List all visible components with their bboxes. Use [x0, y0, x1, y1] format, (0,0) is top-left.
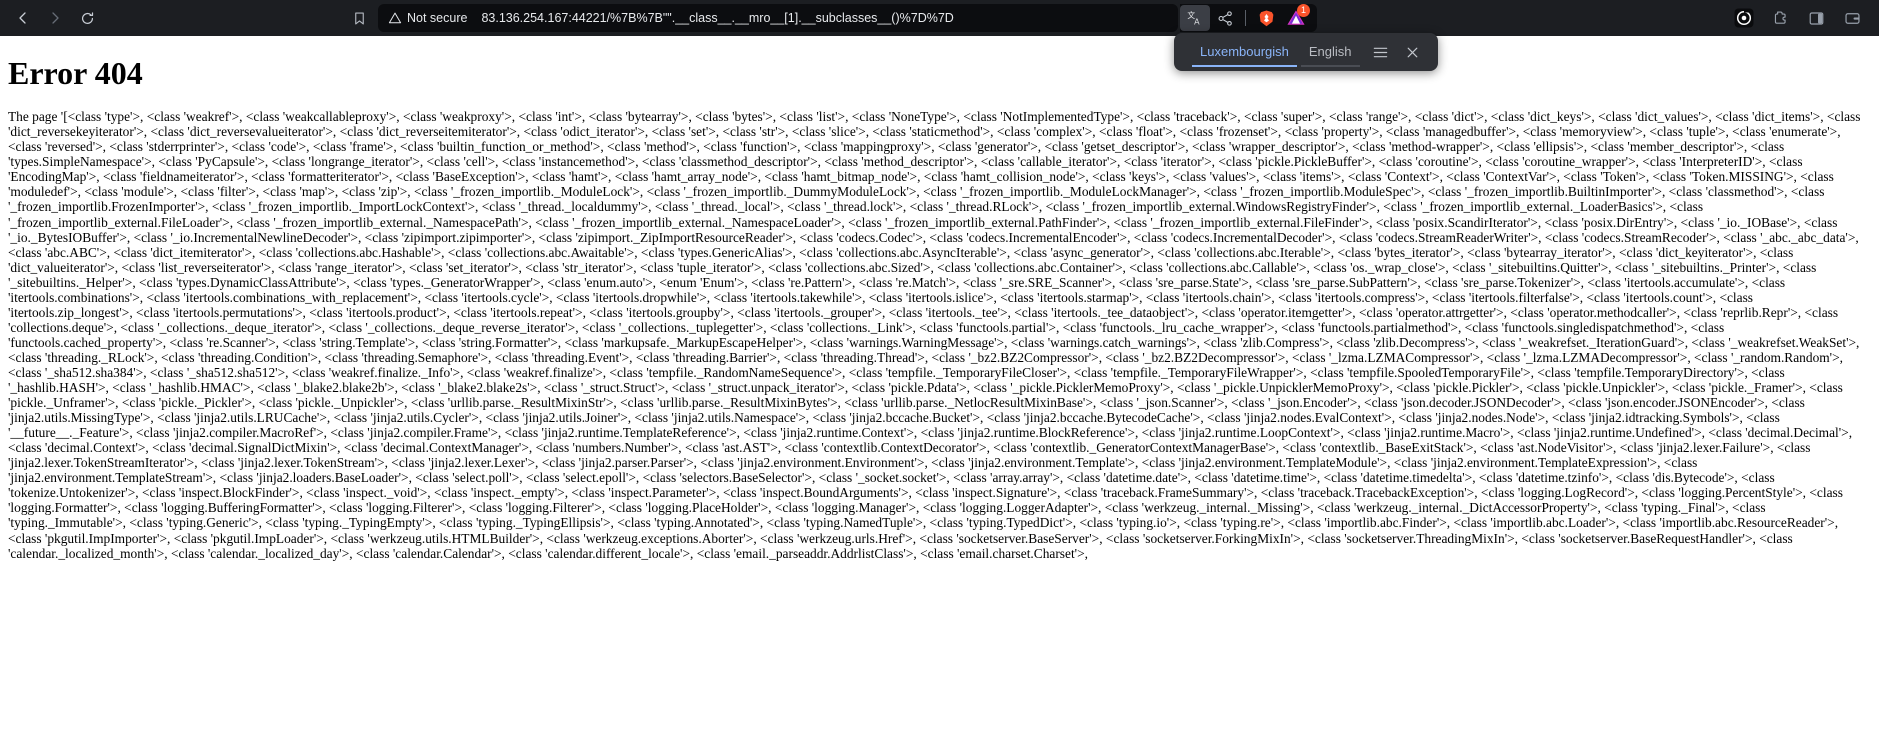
bookmark-button[interactable] — [346, 5, 372, 31]
forward-button[interactable] — [40, 4, 70, 32]
wallet-button[interactable] — [1839, 5, 1865, 31]
url-text[interactable]: 83.136.254.167:44221/%7B%7B"".__class__.… — [481, 11, 1168, 25]
bookmark-icon — [354, 12, 364, 24]
back-button[interactable] — [8, 4, 38, 32]
puzzle-piece-icon — [1774, 10, 1786, 24]
brave-shields-button[interactable] — [1251, 5, 1281, 31]
page-body-text: The page '[<class 'type'>, <class 'weakr… — [8, 109, 1861, 561]
chevron-right-icon — [52, 12, 59, 24]
address-bar[interactable]: Not secure 83.136.254.167:44221/%7B%7B""… — [378, 4, 1178, 32]
reload-button[interactable] — [72, 4, 102, 32]
translate-close-button[interactable] — [1400, 39, 1426, 65]
translate-popup: Luxembourgish English — [1174, 33, 1438, 71]
translate-target-language-label: English — [1308, 44, 1352, 59]
translate-source-language-tab[interactable]: Luxembourgish — [1190, 37, 1299, 67]
share-button[interactable] — [1210, 5, 1240, 31]
extension-prism-button[interactable]: 1 — [1281, 4, 1311, 31]
address-bar-actions: 文 A 1 — [1180, 4, 1317, 32]
inactive-tab-underline — [1300, 65, 1360, 67]
warning-triangle-icon — [388, 12, 402, 24]
toolbar-right-icons — [1731, 5, 1871, 31]
extensions-button[interactable] — [1767, 5, 1793, 31]
translate-popup-inner: Luxembourgish English — [1174, 33, 1438, 71]
reload-icon — [81, 11, 93, 24]
translate-options-button[interactable] — [1368, 39, 1394, 65]
translate-target-language-tab[interactable]: English — [1299, 37, 1362, 67]
translate-button[interactable]: 文 A — [1180, 5, 1210, 31]
security-status-label: Not secure — [407, 11, 468, 25]
brave-lion-icon — [1259, 10, 1273, 26]
wallet-icon — [1844, 12, 1860, 24]
share-icon — [1218, 10, 1232, 26]
sidebar-toggle-button[interactable] — [1803, 5, 1829, 31]
toolbar-divider — [1245, 10, 1246, 26]
active-tab-underline — [1192, 65, 1297, 67]
page-title: Error 404 — [8, 55, 143, 91]
extension-badge-count: 1 — [1297, 4, 1310, 17]
browser-toolbar: Not secure 83.136.254.167:44221/%7B%7B""… — [0, 0, 1879, 71]
navigation-buttons — [8, 4, 102, 32]
target-record-icon — [1734, 8, 1754, 28]
translate-icon: 文 A — [1187, 10, 1200, 27]
close-x-icon — [1407, 47, 1418, 57]
hamburger-menu-icon — [1373, 47, 1388, 57]
translate-source-language-label: Luxembourgish — [1200, 44, 1289, 59]
page-viewport: Error 404 The page '[<class 'type'>, <cl… — [0, 36, 1879, 742]
record-button[interactable] — [1731, 5, 1757, 31]
site-security-badge[interactable]: Not secure — [388, 11, 467, 25]
sidebar-panel-icon — [1809, 11, 1823, 25]
chevron-left-icon — [19, 12, 26, 24]
